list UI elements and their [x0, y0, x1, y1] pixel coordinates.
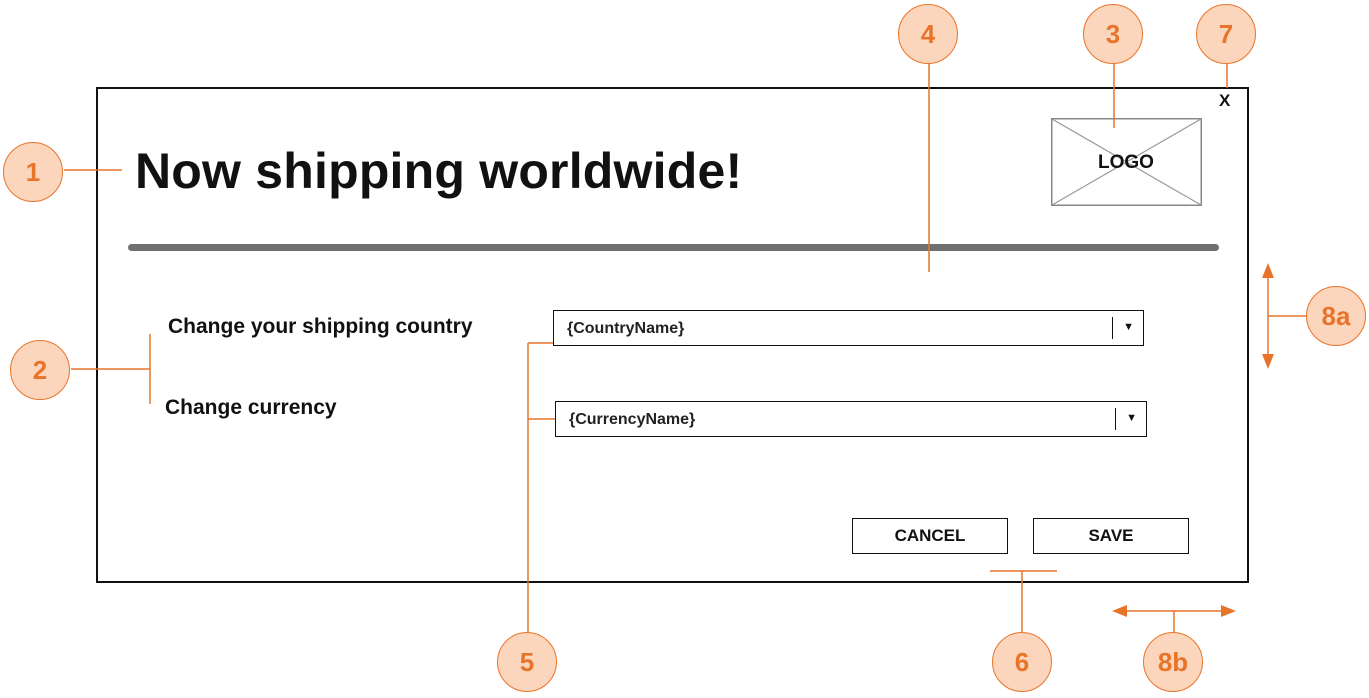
callout-4: 4 — [898, 4, 958, 64]
arrow-left-icon — [1112, 605, 1127, 617]
arrow-up-icon — [1262, 263, 1274, 278]
callout-7: 7 — [1196, 4, 1256, 64]
logo-placeholder: LOGO — [1051, 118, 1202, 206]
logo-text: LOGO — [1098, 152, 1154, 173]
country-label: Change your shipping country — [168, 315, 473, 338]
callout-5: 5 — [497, 632, 557, 692]
select-separator — [1114, 408, 1116, 430]
callout-3: 3 — [1083, 4, 1143, 64]
select-separator — [1111, 317, 1113, 339]
caret-down-icon[interactable]: ▼ — [1126, 412, 1137, 424]
close-button[interactable]: X — [1219, 91, 1230, 111]
currency-select[interactable]: {CurrencyName} ▼ — [555, 401, 1147, 437]
currency-select-value: {CurrencyName} — [569, 411, 696, 428]
callout-1: 1 — [3, 142, 63, 202]
dialog-title: Now shipping worldwide! — [135, 143, 743, 199]
cancel-button[interactable]: CANCEL — [852, 518, 1008, 554]
country-select[interactable]: {CountryName} ▼ — [553, 310, 1144, 346]
arrow-down-icon — [1262, 354, 1274, 369]
caret-down-icon[interactable]: ▼ — [1123, 321, 1134, 333]
callout-2: 2 — [10, 340, 70, 400]
callout-8a: 8a — [1306, 286, 1366, 346]
callout-6: 6 — [992, 632, 1052, 692]
title-divider — [128, 244, 1219, 251]
image-placeholder-icon: LOGO — [1051, 118, 1202, 206]
callout-8b: 8b — [1143, 632, 1203, 692]
currency-label: Change currency — [165, 396, 337, 419]
arrow-right-icon — [1221, 605, 1236, 617]
country-select-value: {CountryName} — [567, 320, 685, 337]
save-button[interactable]: SAVE — [1033, 518, 1189, 554]
